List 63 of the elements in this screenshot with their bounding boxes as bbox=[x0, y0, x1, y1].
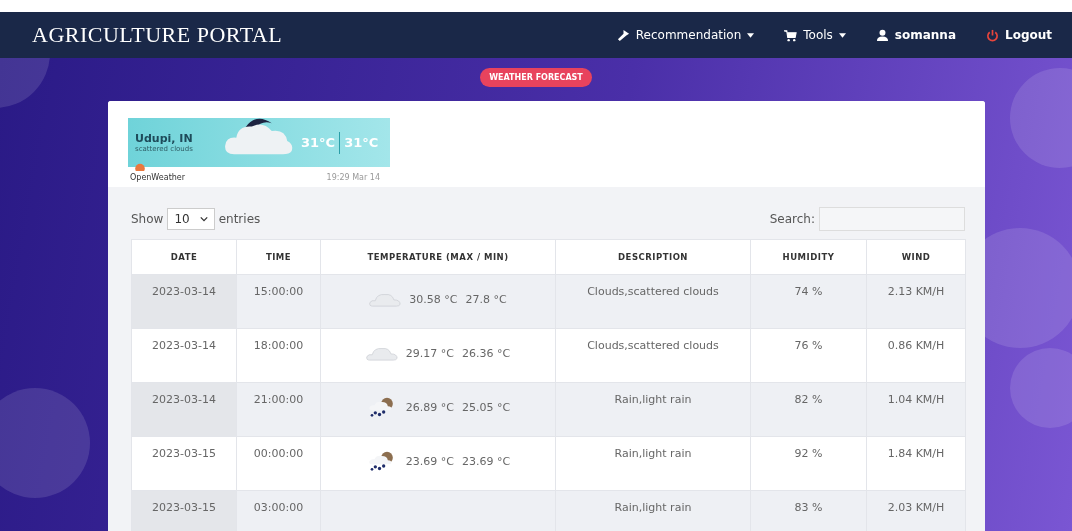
caret-icon bbox=[747, 32, 755, 38]
table-cell: Clouds,scattered clouds bbox=[555, 328, 751, 383]
update-time: 19:29 Mar 14 bbox=[326, 173, 380, 182]
max-temperature: 29.17 °C bbox=[405, 346, 454, 360]
search-label: Search: bbox=[769, 212, 815, 226]
user-icon bbox=[875, 28, 889, 42]
nav-link[interactable]: somanna bbox=[875, 28, 956, 42]
page-size-select[interactable]: 10 bbox=[167, 208, 215, 230]
table-cell: 2023-03-14 bbox=[131, 328, 237, 383]
min-temperature: 23.69 °C bbox=[462, 454, 511, 468]
min-temperature: 25.05 °C bbox=[462, 400, 511, 414]
power-icon bbox=[986, 28, 999, 42]
table-cell: Rain,light rain bbox=[555, 382, 751, 437]
table-cell: 21:00:00 bbox=[236, 382, 321, 437]
table-cell: 18:00:00 bbox=[236, 328, 321, 383]
table-cell: 2023-03-14 bbox=[131, 382, 237, 437]
table-cell: 82 % bbox=[750, 382, 867, 437]
show-label: Show bbox=[131, 212, 164, 226]
table-cell: 00:00:00 bbox=[236, 436, 321, 491]
table-cell: 92 % bbox=[750, 436, 867, 491]
chevron-icon bbox=[199, 216, 208, 222]
nav-link[interactable]: Recommendation bbox=[616, 28, 755, 42]
table-cell: 2023-03-15 bbox=[131, 490, 237, 531]
cart-icon bbox=[784, 28, 798, 42]
column-header[interactable]: TIME bbox=[236, 239, 321, 275]
table-cell: 03:00:00 bbox=[236, 490, 321, 531]
city-name: Udupi, IN bbox=[135, 132, 194, 145]
brand-title[interactable]: AGRICULTURE PORTAL bbox=[32, 22, 283, 48]
nav-link[interactable]: Logout bbox=[986, 28, 1052, 42]
table-cell: 2.13 KM/H bbox=[866, 274, 966, 329]
column-header[interactable]: DATE bbox=[131, 239, 237, 275]
table-cell: Clouds,scattered clouds bbox=[555, 274, 751, 329]
table-cell: 2023-03-15 bbox=[131, 436, 237, 491]
max-temperature: 26.89 °C bbox=[405, 400, 454, 414]
table-cell: Rain,light rain bbox=[555, 436, 751, 491]
table-cell: Rain,light rain bbox=[555, 490, 751, 531]
nav-link[interactable]: Tools bbox=[784, 28, 846, 42]
column-header[interactable]: TEMPERATURE (MAX / MIN) bbox=[320, 239, 556, 275]
table-cell: 83 % bbox=[750, 490, 867, 531]
table-cell: 2023-03-14 bbox=[131, 274, 237, 329]
temperature-reading: 31°C bbox=[301, 135, 336, 150]
table-cell: 1.84 KM/H bbox=[866, 436, 966, 491]
table-cell: 1.04 KM/H bbox=[866, 382, 966, 437]
temperature-reading: 31°C bbox=[344, 135, 379, 150]
page-badge: WEATHER FORECAST bbox=[480, 68, 592, 87]
provider-label: OpenWeather bbox=[130, 173, 186, 182]
table-cell: 74 % bbox=[750, 274, 867, 329]
column-header[interactable]: WIND bbox=[866, 239, 966, 275]
column-header[interactable]: HUMIDITY bbox=[750, 239, 867, 275]
table-cell: 0.86 KM/H bbox=[866, 328, 966, 383]
min-temperature: 26.36 °C bbox=[462, 346, 511, 360]
table-cell: 2.03 KM/H bbox=[866, 490, 966, 531]
table-cell: 15:00:00 bbox=[236, 274, 321, 329]
min-temperature: 27.8 °C bbox=[465, 292, 507, 306]
max-temperature: 30.58 °C bbox=[409, 292, 458, 306]
table-cell: 76 % bbox=[750, 328, 867, 383]
search-field[interactable] bbox=[819, 207, 965, 231]
sun-logo-icon bbox=[134, 163, 146, 171]
column-header[interactable]: DESCRIPTION bbox=[555, 239, 751, 275]
caret-icon bbox=[838, 32, 846, 38]
entries-label: entries bbox=[218, 212, 261, 226]
hammer-icon bbox=[616, 28, 630, 42]
max-temperature: 23.69 °C bbox=[405, 454, 454, 468]
